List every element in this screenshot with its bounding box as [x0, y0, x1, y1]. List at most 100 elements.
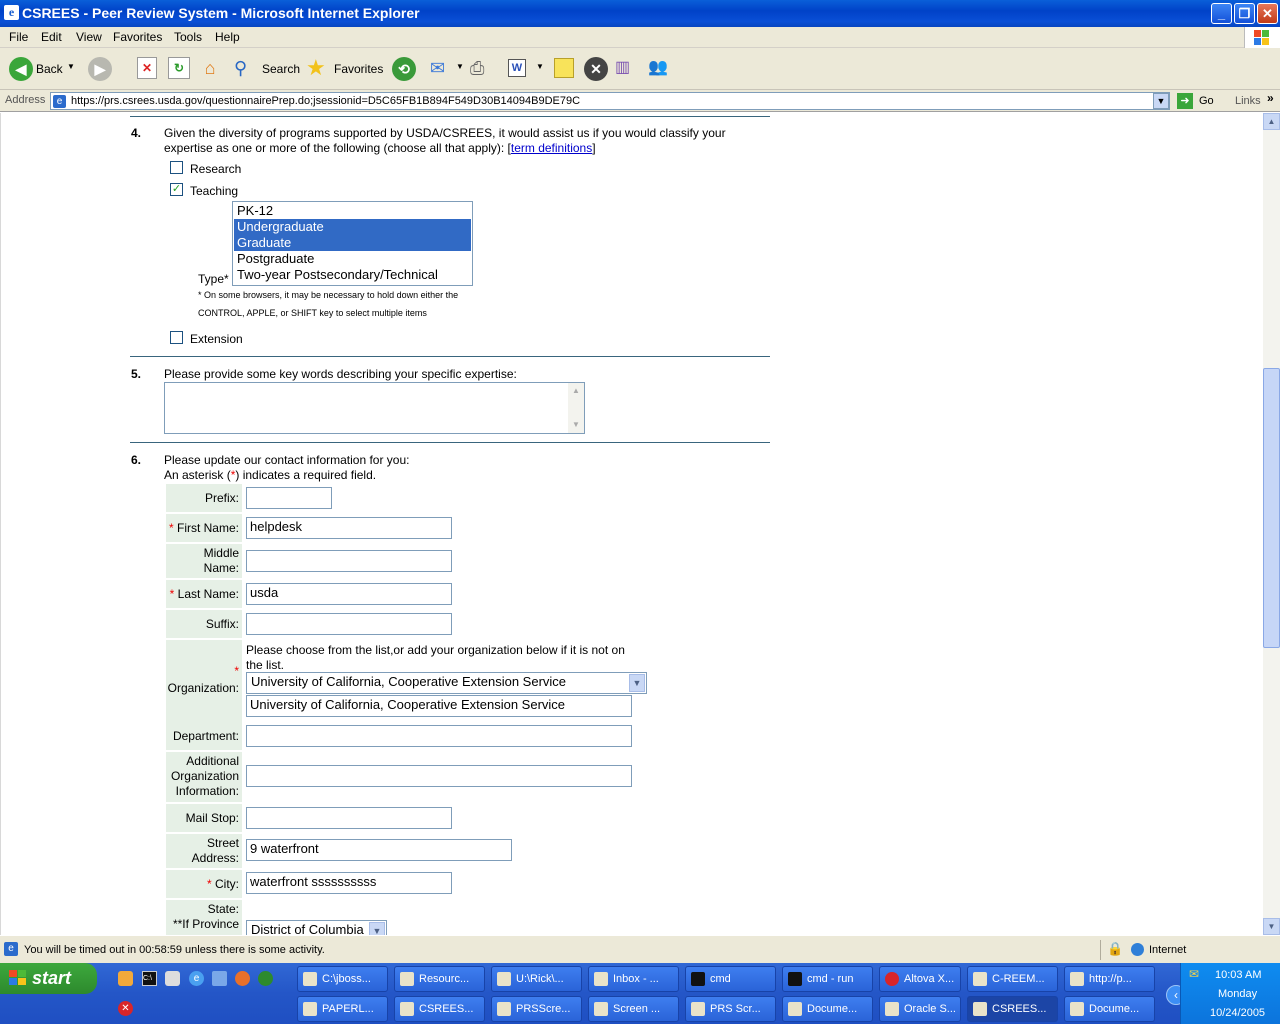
- back-dropdown-icon[interactable]: ▼: [67, 62, 75, 71]
- taskbar-button[interactable]: CSREES...: [394, 996, 485, 1022]
- taskbar-button[interactable]: Oracle S...: [879, 996, 961, 1022]
- back-arrow-icon[interactable]: ◀: [9, 57, 33, 81]
- type-option[interactable]: PK-12: [234, 203, 471, 219]
- taskbar-button[interactable]: Resourc...: [394, 966, 485, 992]
- taskbar-button[interactable]: cmd: [685, 966, 776, 992]
- scroll-down-icon[interactable]: ▼: [1263, 918, 1280, 935]
- scroll-thumb[interactable]: [1263, 368, 1280, 648]
- first-name-input[interactable]: helpdesk: [246, 517, 452, 539]
- taskbar-button[interactable]: Altova X...: [879, 966, 961, 992]
- menu-tools[interactable]: Tools: [174, 30, 202, 44]
- type-option[interactable]: Postgraduate: [234, 251, 471, 267]
- quick-launch-app-icon[interactable]: [258, 971, 273, 986]
- taskbar-button[interactable]: PAPERL...: [297, 996, 388, 1022]
- scroll-up-icon[interactable]: ▲: [568, 383, 584, 399]
- title-bar[interactable]: e CSREES - Peer Review System - Microsof…: [0, 0, 1280, 27]
- mail-stop-input[interactable]: [246, 807, 452, 829]
- type-listbox[interactable]: PK-12 Undergraduate Graduate Postgraduat…: [232, 201, 473, 286]
- menu-favorites[interactable]: Favorites: [113, 30, 162, 44]
- taskbar-button[interactable]: Screen ...: [588, 996, 679, 1022]
- research-checkbox[interactable]: [170, 161, 183, 174]
- refresh-icon[interactable]: ↻: [168, 57, 190, 79]
- history-icon[interactable]: ⟲: [392, 57, 416, 81]
- search-icon[interactable]: ⚲: [234, 58, 254, 78]
- quick-launch-desktop-icon[interactable]: [212, 971, 227, 986]
- quick-launch-app-icon[interactable]: [165, 971, 180, 986]
- type-option[interactable]: Two-year Postsecondary/Technical: [234, 267, 471, 283]
- forward-arrow-icon[interactable]: ▶: [88, 57, 112, 81]
- additional-info-label: Additional Organization Information:: [166, 752, 242, 802]
- links-toolbar[interactable]: Links: [1235, 95, 1261, 107]
- clock-time[interactable]: 10:03 AM: [1215, 969, 1261, 981]
- edit-dropdown-icon[interactable]: ▼: [536, 62, 544, 71]
- scroll-down-icon[interactable]: ▼: [568, 417, 584, 433]
- scroll-up-icon[interactable]: ▲: [1263, 113, 1280, 130]
- taskbar-button-active[interactable]: CSREES...: [967, 996, 1058, 1022]
- menu-help[interactable]: Help: [215, 30, 240, 44]
- address-dropdown-icon[interactable]: ▼: [1153, 93, 1169, 109]
- favorites-button-label[interactable]: Favorites: [334, 62, 383, 76]
- start-button[interactable]: start: [0, 963, 97, 994]
- taskbar-button[interactable]: PRSScre...: [491, 996, 582, 1022]
- prefix-input[interactable]: [246, 487, 332, 509]
- quick-launch-cmd-icon[interactable]: C:\: [142, 971, 157, 986]
- organization-select[interactable]: University of California, Cooperative Ex…: [246, 672, 647, 694]
- edit-word-icon[interactable]: W: [508, 59, 526, 77]
- go-arrow-icon[interactable]: ➜: [1177, 93, 1193, 109]
- textarea-scrollbar[interactable]: ▲ ▼: [568, 383, 584, 433]
- organization-input[interactable]: University of California, Cooperative Ex…: [246, 695, 632, 717]
- extension-checkbox[interactable]: [170, 331, 183, 344]
- state-select[interactable]: District of Columbia ▼: [246, 920, 387, 935]
- favorites-star-icon[interactable]: ★: [306, 57, 330, 81]
- quick-launch-firefox-icon[interactable]: [235, 971, 250, 986]
- chevron-right-icon[interactable]: »: [1267, 91, 1274, 105]
- taskbar-button[interactable]: Docume...: [782, 996, 873, 1022]
- taskbar-button[interactable]: C-REEM...: [967, 966, 1058, 992]
- quick-launch-ie-icon[interactable]: e: [189, 971, 204, 986]
- taskbar-button[interactable]: Docume...: [1064, 996, 1155, 1022]
- type-option[interactable]: Graduate: [234, 235, 471, 251]
- stop-icon[interactable]: ✕: [137, 57, 157, 79]
- last-name-input[interactable]: usda: [246, 583, 452, 605]
- street-address-input[interactable]: 9 waterfront: [246, 839, 512, 861]
- maximize-button[interactable]: ❐: [1234, 3, 1255, 24]
- chevron-down-icon[interactable]: ▼: [629, 674, 645, 692]
- go-button[interactable]: Go: [1199, 95, 1214, 107]
- mail-dropdown-icon[interactable]: ▼: [456, 62, 464, 71]
- back-button-label[interactable]: Back: [36, 62, 63, 76]
- block-icon[interactable]: ✕: [584, 57, 608, 81]
- taskbar-button[interactable]: PRS Scr...: [685, 996, 776, 1022]
- department-input[interactable]: [246, 725, 632, 747]
- expertise-keywords-textarea[interactable]: ▲ ▼: [164, 382, 585, 434]
- messenger-icon[interactable]: 👥: [648, 58, 672, 78]
- mail-icon[interactable]: ✉: [430, 58, 454, 78]
- term-definitions-link[interactable]: term definitions: [511, 141, 592, 155]
- page-scrollbar[interactable]: ▲ ▼: [1263, 113, 1280, 935]
- research-icon[interactable]: ▥: [615, 58, 637, 78]
- taskbar-button[interactable]: cmd - run: [782, 966, 873, 992]
- print-icon[interactable]: ⎙: [470, 58, 494, 78]
- menu-edit[interactable]: Edit: [41, 30, 62, 44]
- suffix-input[interactable]: [246, 613, 452, 635]
- notes-icon[interactable]: [554, 58, 574, 78]
- mail-notify-icon[interactable]: ✉: [1189, 967, 1199, 981]
- taskbar-button[interactable]: Inbox - ...: [588, 966, 679, 992]
- home-icon[interactable]: ⌂: [198, 57, 222, 79]
- close-button[interactable]: ✕: [1257, 3, 1278, 24]
- menu-view[interactable]: View: [76, 30, 102, 44]
- taskbar-button[interactable]: U:\Rick\...: [491, 966, 582, 992]
- quick-launch-outlook-icon[interactable]: [118, 971, 133, 986]
- middle-name-input[interactable]: [246, 550, 452, 572]
- search-button-label[interactable]: Search: [262, 62, 300, 76]
- teaching-checkbox[interactable]: ✓: [170, 183, 183, 196]
- taskbar-button[interactable]: C:\jboss...: [297, 966, 388, 992]
- menu-file[interactable]: File: [9, 30, 28, 44]
- taskbar-button[interactable]: http://p...: [1064, 966, 1155, 992]
- type-option[interactable]: Undergraduate: [234, 219, 471, 235]
- minimize-button[interactable]: _: [1211, 3, 1232, 24]
- city-input[interactable]: waterfront ssssssssss: [246, 872, 452, 894]
- address-input[interactable]: https://prs.csrees.usda.gov/questionnair…: [50, 92, 1170, 110]
- chevron-down-icon[interactable]: ▼: [369, 922, 385, 935]
- additional-info-input[interactable]: [246, 765, 632, 787]
- quick-launch-error-icon[interactable]: ✕: [118, 1001, 133, 1016]
